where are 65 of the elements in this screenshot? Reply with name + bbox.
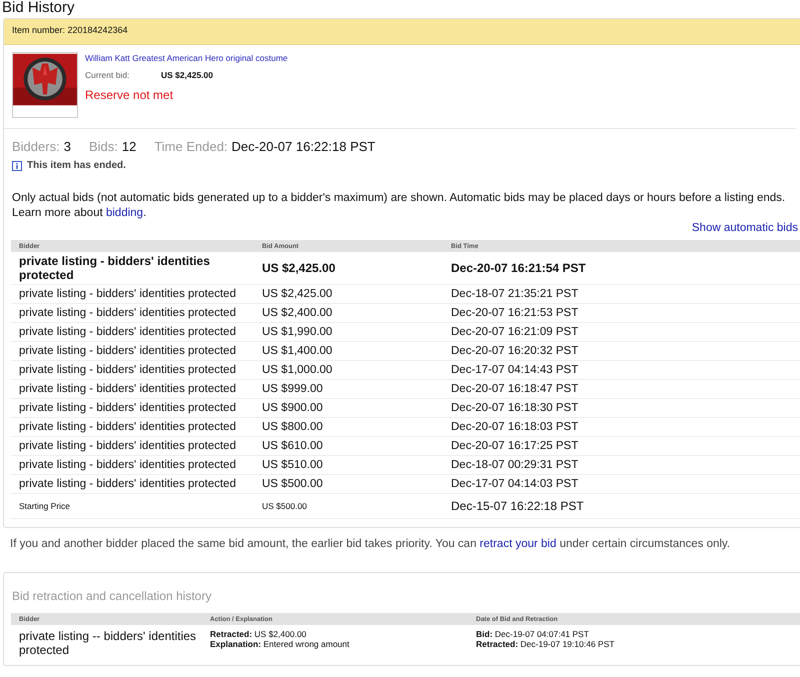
date-line: Retracted: Dec-19-07 19:10:46 PST <box>476 639 614 649</box>
bid-amount-cell-text: US $2,425.00 <box>261 261 336 275</box>
bid-time-cell-text: Dec-18-07 00:29:31 PST <box>450 459 578 471</box>
section-title: Bid retraction and cancellation history <box>11 589 212 603</box>
bid-time-cell-text: Dec-20-07 16:18:03 PST <box>450 421 578 433</box>
bidder-cell-text: private listing - bidders' identities protected <box>18 254 211 282</box>
current-bid-label: Current bid: <box>85 70 130 80</box>
bidder-cell-text: private listing - bidders' identities protected <box>18 288 237 300</box>
bid-time-cell-text: Dec-20-07 16:18:30 PST <box>450 402 578 414</box>
action-line: Retracted: US $2,400.00 <box>210 629 308 639</box>
bid-amount-cell-text: US $2,400.00 <box>261 307 334 319</box>
bid-amount-cell-text: US $610.00 <box>261 440 324 452</box>
stat-value: Dec-20-07 16:22:18 PST <box>232 139 376 154</box>
bid-amount-cell-text: US $500.00 <box>261 478 324 490</box>
bid-time-cell-text: Dec-15-07 16:22:18 PST <box>450 499 584 513</box>
bid-time-cell-text: Dec-17-07 04:14:43 PST <box>450 364 578 376</box>
bid-time-cell-text: Dec-20-07 16:18:47 PST <box>450 383 578 395</box>
bidder-cell-text: private listing - bidders' identities protected <box>18 345 237 357</box>
bid-time-cell-text: Dec-20-07 16:21:54 PST <box>450 261 586 275</box>
stat-label: Bids: <box>88 139 118 154</box>
action-line: Explanation: Entered wrong amount <box>210 639 350 649</box>
bid-amount-cell-text: US $510.00 <box>261 459 324 471</box>
bid-time-cell-text: Dec-20-07 16:21:09 PST <box>450 326 578 338</box>
stat-label: Bidders: <box>12 139 60 154</box>
current-bid-value: US $2,425.00 <box>161 70 213 80</box>
bidding-link[interactable]: bidding <box>106 207 144 219</box>
item-title-link[interactable]: William Katt Greatest American Hero original costume <box>85 52 288 64</box>
bid-amount-cell-text: US $900.00 <box>261 402 324 414</box>
bidder-cell-text: private listing - bidders' identities protected <box>18 402 237 414</box>
intro-paragraph: Only actual bids (not automatic bids generated up to a bidder's maximum) are shown. Automatic bids may be placed days or hours before a listing ends. Learn more about bidding. <box>12 191 786 221</box>
bidder-cell-text: private listing - bidders' identities protected <box>18 383 237 395</box>
bidder-cell-text: private listing - bidders' identities protected <box>18 307 237 319</box>
bid-time-cell-text: Dec-20-07 16:21:53 PST <box>450 307 578 319</box>
bid-time-cell-text: Dec-20-07 16:17:25 PST <box>450 440 578 452</box>
bid-time-cell-text: Dec-20-07 16:20:32 PST <box>450 345 578 357</box>
retract-bid-link[interactable]: retract your bid <box>480 538 556 550</box>
item-thumbnail[interactable] <box>12 52 78 118</box>
bidder-cell-text: private listing - bidders' identities protected <box>18 478 237 490</box>
bidder-cell-text: private listing -- bidders' identities protected <box>18 629 198 657</box>
bid-time-cell-text: Dec-17-07 04:14:03 PST <box>450 478 578 490</box>
bid-amount-cell-text: US $1,400.00 <box>261 345 334 357</box>
date-line: Bid: Dec-19-07 04:07:41 PST <box>476 629 590 639</box>
show-automatic-bids-link[interactable]: Show automatic bids <box>692 222 798 234</box>
bid-time-cell-text: Dec-18-07 21:35:21 PST <box>450 288 578 300</box>
priority-note: If you and another bidder placed the same bid amount, the earlier bid takes priority. You can retract your bid under certain circumstances only. <box>10 538 732 550</box>
bid-amount-cell-text: US $1,990.00 <box>261 326 334 338</box>
bid-amount-cell-text: US $2,425.00 <box>261 288 334 300</box>
bidder-cell-text: private listing - bidders' identities protected <box>18 459 237 471</box>
bidder-cell-text: private listing - bidders' identities protected <box>18 440 237 452</box>
bid-amount-cell-text: US $800.00 <box>261 421 324 433</box>
bid-amount-cell-text: US $500.00 <box>261 501 308 511</box>
stat-value: 12 <box>122 139 136 154</box>
bidder-cell-text: private listing - bidders' identities protected <box>18 421 237 433</box>
item-number: Item number: 220184242364 <box>12 25 128 35</box>
reserve-status: Reserve not met <box>85 88 174 102</box>
page-title: Bid History <box>2 0 76 15</box>
bidder-cell-text: private listing - bidders' identities protected <box>18 364 237 376</box>
ended-notice: This item has ended. <box>27 160 126 171</box>
stat-label: Time Ended: <box>154 139 228 154</box>
bidder-cell-text: Starting Price <box>18 501 72 511</box>
stat-value: 3 <box>64 139 71 154</box>
info-icon <box>12 160 22 170</box>
bidder-cell-text: private listing - bidders' identities protected <box>18 326 237 338</box>
bid-amount-cell-text: US $1,000.00 <box>261 364 334 376</box>
bid-amount-cell-text: US $999.00 <box>261 383 324 395</box>
